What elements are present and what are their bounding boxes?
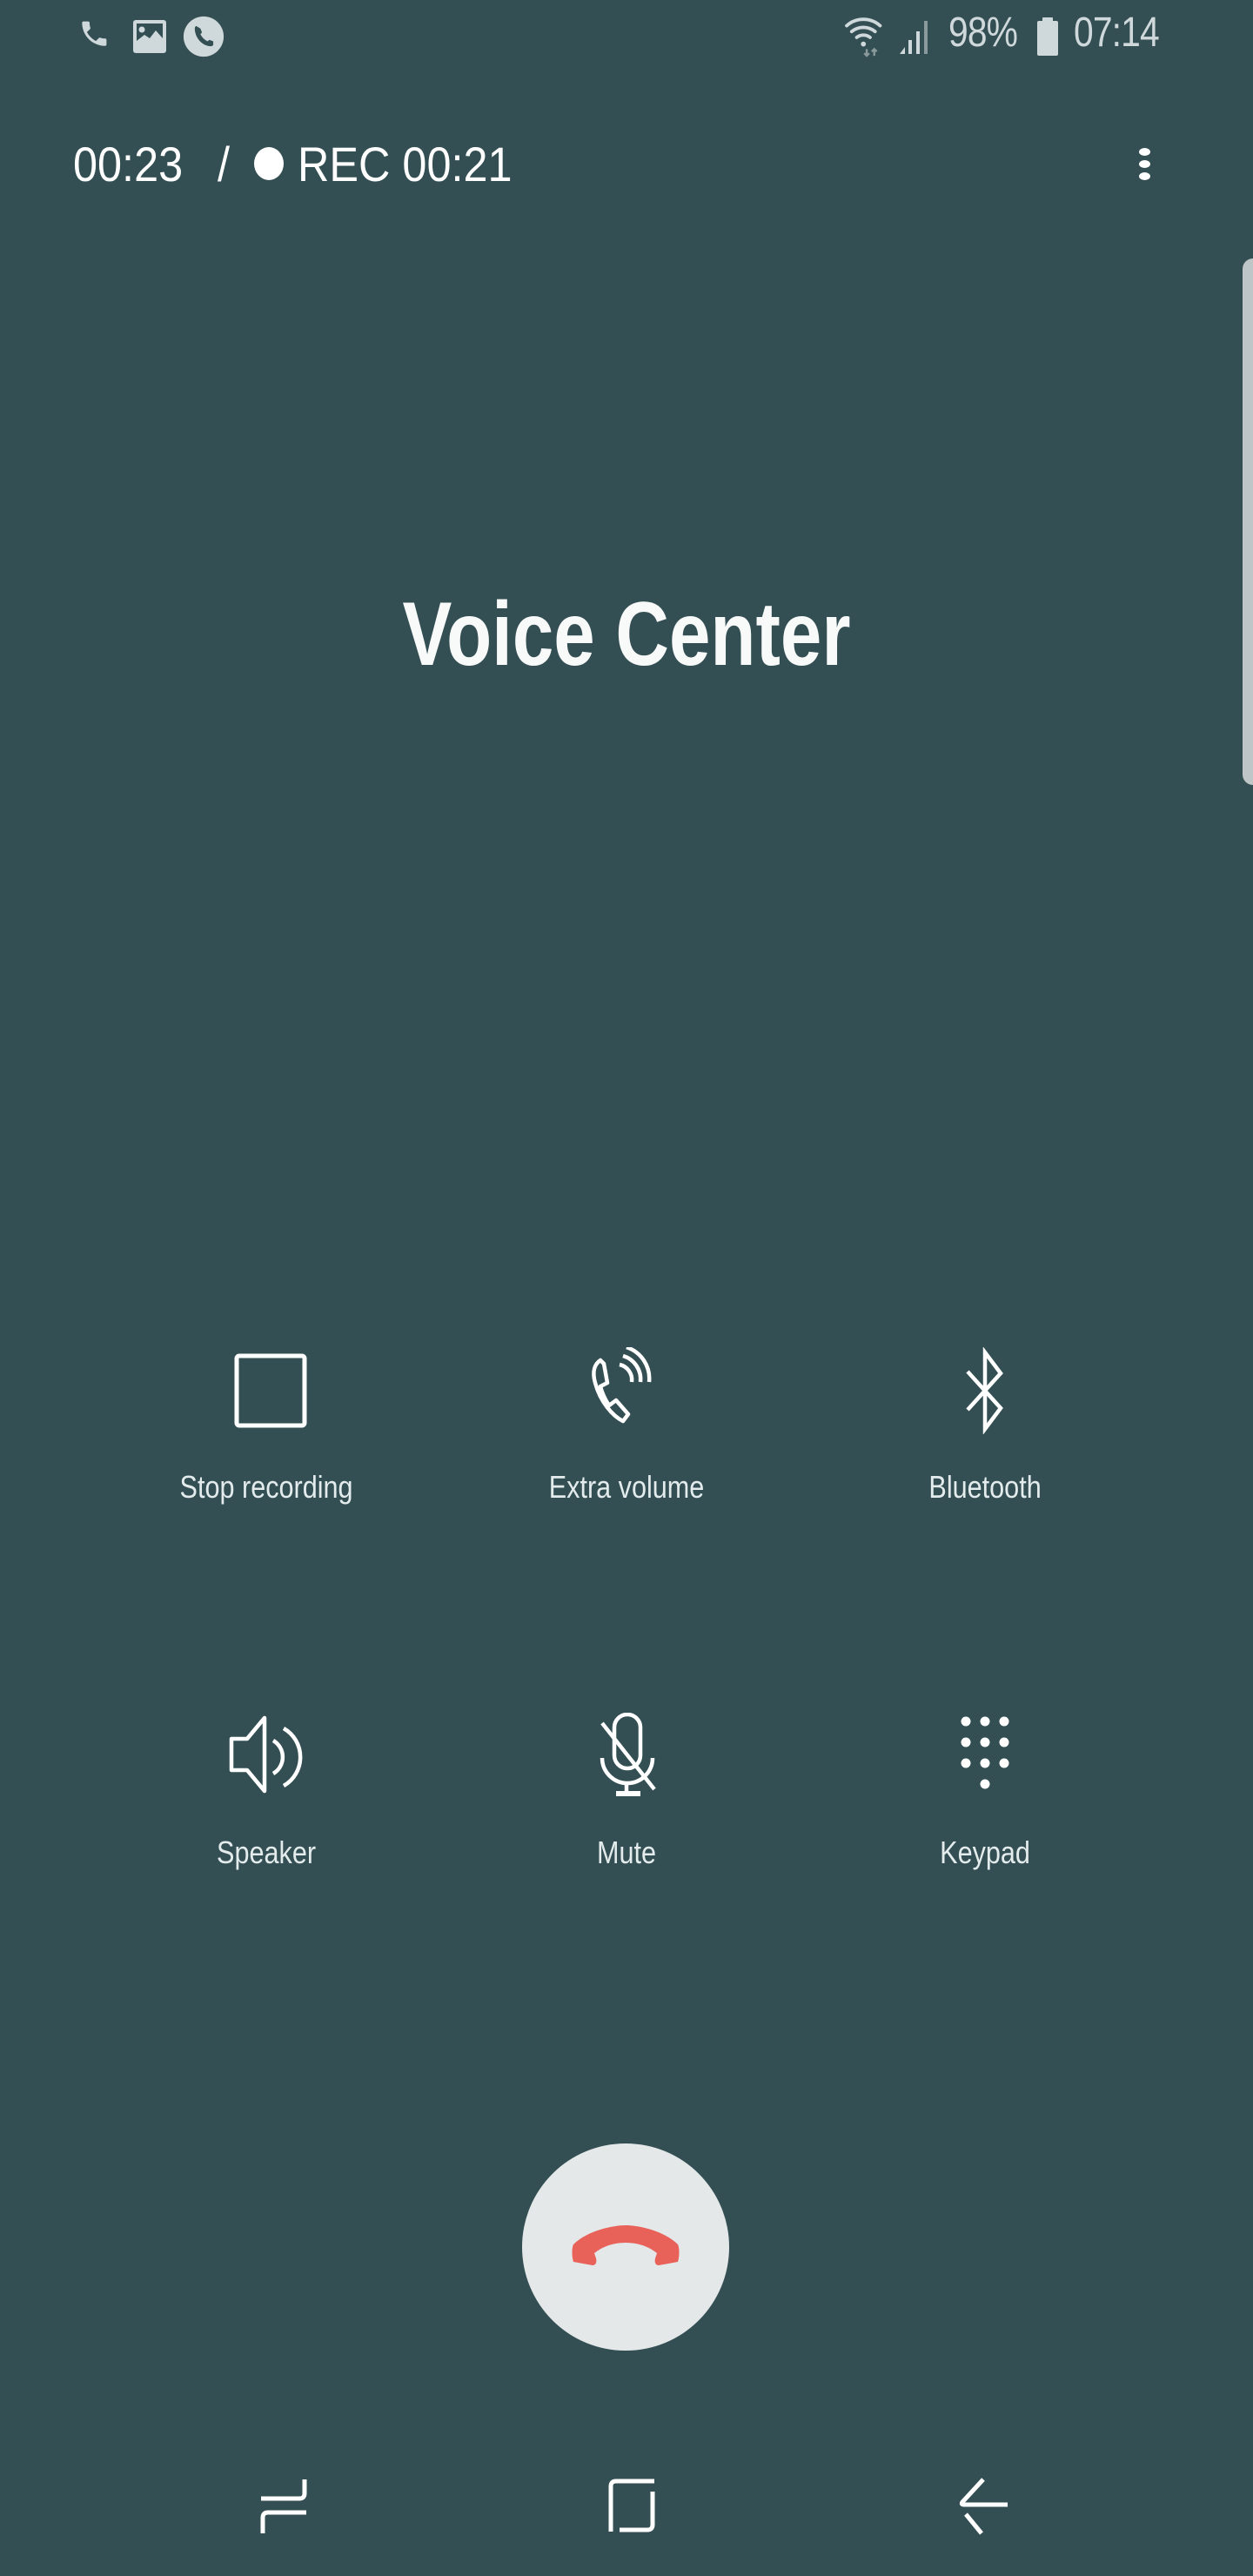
recording-timer: REC 00:21: [297, 136, 513, 191]
extra-volume-label: Extra volume: [548, 1469, 705, 1505]
bluetooth-label: Bluetooth: [928, 1469, 1042, 1505]
more-options-button[interactable]: [1122, 129, 1166, 198]
back-button[interactable]: [931, 2463, 1035, 2550]
speaker-button[interactable]: Speaker: [110, 1713, 423, 1887]
extra-volume-icon: [592, 1347, 652, 1424]
back-icon: [959, 2478, 1008, 2535]
phone-icon: [82, 21, 107, 46]
dot-icon: [1138, 159, 1150, 168]
speaker-icon: [229, 1715, 303, 1794]
recording-dot-icon: [253, 147, 284, 180]
recents-button[interactable]: [231, 2463, 336, 2550]
status-bar: 98% 07:14: [0, 0, 1253, 78]
contact-name: Voice Center: [0, 583, 1253, 687]
battery-icon: [1037, 17, 1058, 56]
stop-square-icon: [234, 1353, 307, 1428]
contact-name-text: Voice Center: [402, 584, 851, 685]
mic-off-icon: [600, 1713, 656, 1796]
edge-panel-handle[interactable]: [1243, 258, 1253, 785]
extra-volume-button[interactable]: Extra volume: [470, 1347, 783, 1521]
wifi-icon: [845, 17, 882, 57]
mute-label: Mute: [596, 1835, 657, 1870]
mute-button[interactable]: Mute: [470, 1713, 783, 1887]
home-icon: [608, 2479, 655, 2532]
end-call-icon: [572, 2225, 680, 2265]
keypad-button[interactable]: Keypad: [828, 1713, 1142, 1887]
keypad-label: Keypad: [940, 1835, 1030, 1870]
end-call-button[interactable]: [522, 2143, 729, 2351]
clock: 07:14: [1074, 10, 1160, 56]
dot-icon: [1138, 171, 1150, 180]
image-icon: [133, 20, 166, 53]
bluetooth-button[interactable]: Bluetooth: [828, 1347, 1142, 1521]
call-duration: 00:23: [73, 136, 184, 191]
battery-percent: 98%: [948, 10, 1018, 56]
dot-icon: [1138, 147, 1150, 156]
speaker-label: Speaker: [217, 1835, 316, 1870]
signal-icon: [900, 21, 928, 54]
stop-recording-label: Stop recording: [179, 1469, 353, 1505]
home-button[interactable]: [580, 2463, 684, 2550]
call-circle-icon: [183, 16, 224, 57]
keypad-icon: [961, 1716, 1009, 1789]
recents-icon: [260, 2479, 307, 2533]
call-timer-bar: 00:23 / REC 00:21: [73, 129, 536, 198]
stop-recording-button[interactable]: Stop recording: [110, 1347, 423, 1521]
bluetooth-icon: [966, 1347, 1003, 1434]
timer-separator: /: [218, 136, 231, 191]
